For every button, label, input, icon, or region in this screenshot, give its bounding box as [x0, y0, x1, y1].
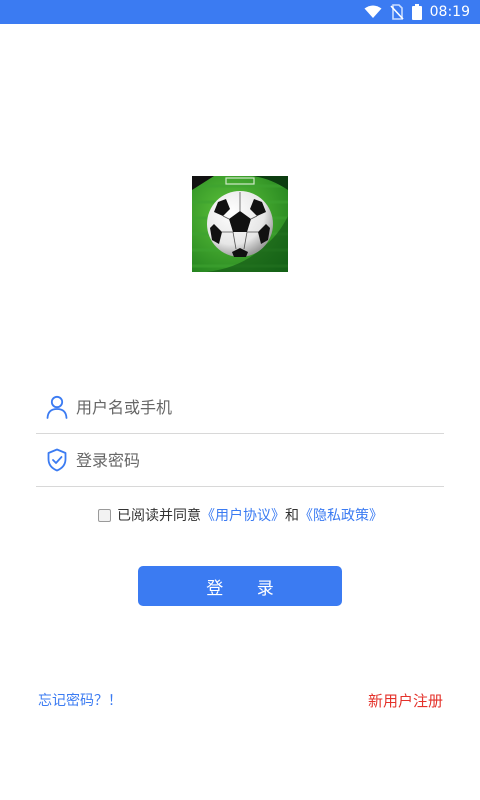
agreement-and: 和: [285, 508, 299, 524]
privacy-policy-link[interactable]: 《隐私政策》: [299, 505, 383, 525]
login-button[interactable]: 登 录: [138, 566, 342, 606]
user-icon: [46, 395, 68, 419]
no-sim-icon: [390, 4, 404, 20]
status-time: 08:19: [429, 4, 470, 20]
battery-icon: [411, 4, 422, 20]
password-input[interactable]: [76, 444, 436, 476]
user-agreement-link[interactable]: 《用户协议》: [201, 505, 285, 525]
shield-check-icon: [47, 448, 67, 472]
status-bar: 08:19: [0, 0, 480, 24]
username-field-row: [36, 381, 444, 434]
status-icons: 08:19: [364, 0, 470, 24]
forgot-password-link[interactable]: 忘记密码？！: [38, 690, 122, 710]
agreement-row: 已阅读并同意 《用户协议》 和 《隐私政策》: [98, 504, 383, 526]
password-field-row: [36, 434, 444, 487]
agreement-checkbox[interactable]: [98, 508, 111, 522]
agreement-prefix: 已阅读并同意: [117, 508, 201, 524]
register-link[interactable]: 新用户注册: [368, 690, 443, 711]
wifi-icon: [364, 5, 382, 18]
app-logo: [192, 176, 288, 272]
soccer-ball-icon: [192, 176, 288, 272]
username-input[interactable]: [76, 391, 436, 423]
